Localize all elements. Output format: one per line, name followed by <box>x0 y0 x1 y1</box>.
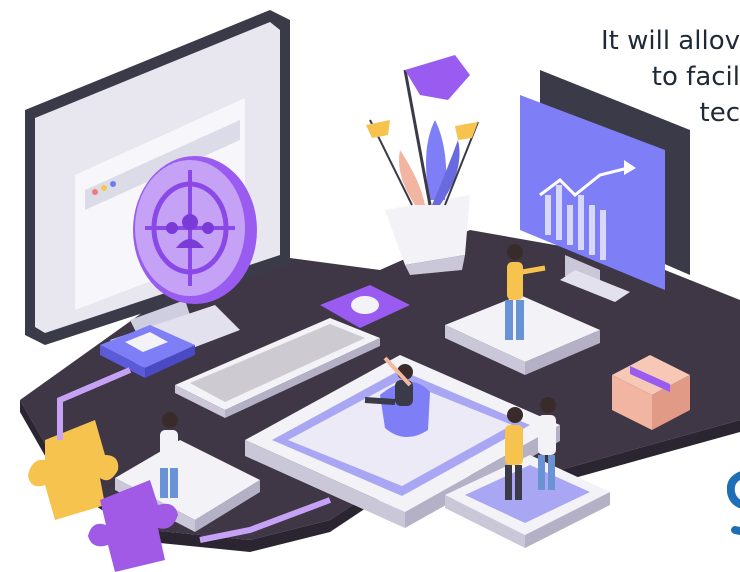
mouse <box>351 296 379 314</box>
window-dot-red <box>92 189 98 195</box>
caption-line-3: tec <box>699 98 740 128</box>
window-dot-blue <box>110 181 116 187</box>
caption-line-1: It will allov <box>600 26 740 56</box>
users-target-icon <box>133 156 257 304</box>
flag-icon <box>366 55 479 206</box>
caption-line-2: to facil <box>651 62 740 92</box>
window-dot-yellow <box>101 185 107 191</box>
isometric-illustration <box>20 10 740 572</box>
partial-logo-glyph <box>727 470 740 536</box>
